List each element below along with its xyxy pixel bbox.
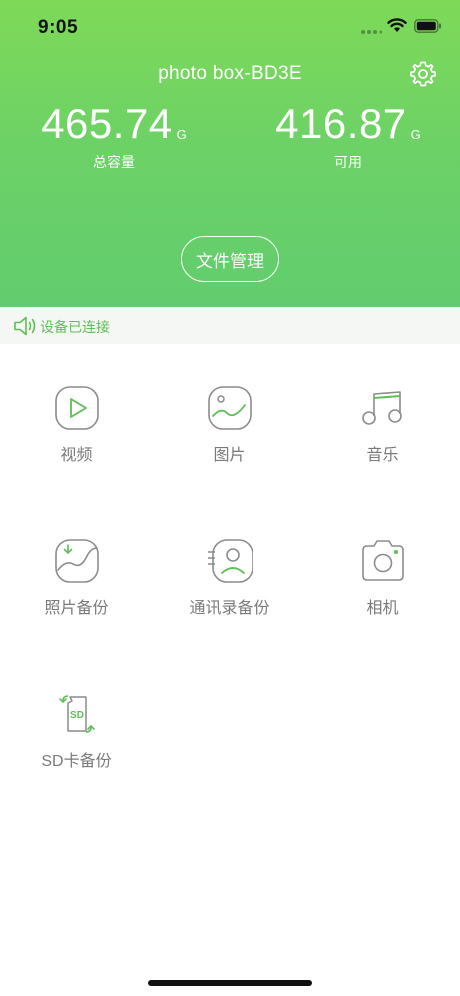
grid-item-contacts-backup[interactable]: 通讯录备份	[153, 538, 306, 618]
grid-item-label: SD卡备份	[41, 753, 112, 770]
available-capacity-label: 可用	[334, 154, 362, 170]
grid-item-photo-backup[interactable]: 照片备份	[0, 538, 153, 618]
total-capacity-label: 总容量	[93, 154, 135, 170]
music-note-icon	[361, 391, 402, 425]
grid-item-picture[interactable]: 图片	[153, 385, 306, 465]
sd-card-backup-icon: SD	[58, 695, 95, 733]
status-time: 9:05	[38, 17, 79, 38]
grid-item-label: 相机	[366, 600, 399, 617]
home-indicator[interactable]	[148, 980, 312, 986]
grid-item-music[interactable]: 音乐	[306, 385, 459, 465]
total-capacity-value: 465.74	[41, 100, 173, 147]
picture-icon	[207, 386, 252, 430]
photo-backup-icon	[54, 539, 99, 583]
grid-item-sd-backup[interactable]: SD SD卡备份	[0, 691, 153, 771]
contacts-backup-icon	[207, 539, 253, 583]
grid-item-label: 通讯录备份	[189, 600, 270, 617]
available-capacity: 416.87 G 可用	[248, 100, 448, 172]
file-manage-button[interactable]: 文件管理	[181, 236, 279, 282]
grid-item-label: 视频	[60, 447, 93, 464]
grid-item-camera[interactable]: 相机	[306, 538, 459, 618]
status-bar: 9:05	[0, 0, 460, 56]
total-capacity-unit: G	[176, 127, 187, 142]
wifi-icon	[387, 18, 407, 38]
total-capacity: 465.74 G 总容量	[14, 100, 214, 172]
available-capacity-value: 416.87	[275, 100, 407, 147]
svg-text:SD: SD	[70, 710, 84, 721]
grid-item-label: 图片	[213, 447, 246, 464]
battery-icon	[414, 19, 442, 38]
speaker-icon	[13, 315, 39, 342]
grid-item-label: 音乐	[366, 447, 399, 464]
signal-dots-icon	[360, 22, 383, 40]
grid-item-label: 照片备份	[44, 600, 109, 617]
connection-status-text: 设备已连接	[40, 319, 110, 335]
storage-header: 9:05 photo box-BD3E 465.74 G 总容量 416.87 G …	[0, 0, 460, 307]
device-name: photo box-BD3E	[158, 63, 302, 84]
video-play-icon	[54, 386, 99, 430]
available-capacity-unit: G	[410, 127, 421, 142]
camera-icon	[361, 540, 404, 581]
settings-gear-icon[interactable]	[409, 60, 437, 88]
grid-item-video[interactable]: 视频	[0, 385, 153, 465]
